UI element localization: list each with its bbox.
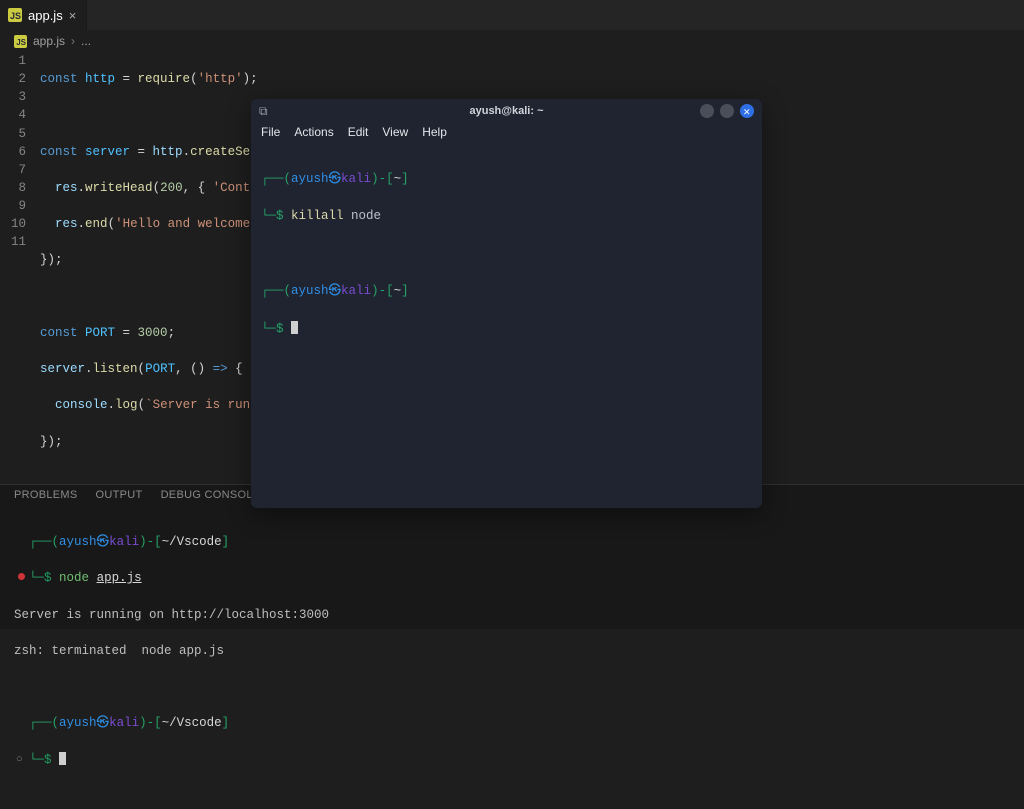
maximize-button[interactable] (720, 104, 734, 118)
breadcrumb-rest: ... (81, 34, 91, 48)
menu-file[interactable]: File (261, 125, 280, 139)
tab-problems[interactable]: PROBLEMS (14, 489, 78, 505)
close-icon[interactable]: × (69, 8, 77, 23)
menu-view[interactable]: View (382, 125, 408, 139)
vscode-terminal[interactable]: ┌──(ayush㉿kali)-[~/Vscode] └─$ node app.… (0, 511, 1024, 809)
close-button[interactable] (740, 104, 754, 118)
terminal-body[interactable]: ┌──(ayush㉿kali)-[~] └─$ killall node ┌──… (251, 145, 762, 508)
chevron-right-icon: › (71, 34, 75, 48)
js-file-icon: JS (8, 8, 22, 22)
menu-actions[interactable]: Actions (294, 125, 333, 139)
terminal-menubar: File Actions Edit View Help (251, 123, 762, 145)
tab-app-js[interactable]: JS app.js × (0, 0, 87, 30)
minimize-button[interactable] (700, 104, 714, 118)
menu-edit[interactable]: Edit (348, 125, 369, 139)
js-file-icon: JS (14, 35, 27, 48)
circle-icon: ○ (16, 753, 23, 769)
menu-help[interactable]: Help (422, 125, 447, 139)
tab-output[interactable]: OUTPUT (96, 489, 143, 505)
terminal-cursor (291, 321, 298, 334)
terminal-titlebar[interactable]: ⧉ ayush@kali: ~ (251, 99, 762, 123)
external-terminal-window[interactable]: ⧉ ayush@kali: ~ File Actions Edit View H… (251, 99, 762, 508)
tab-label: app.js (28, 8, 63, 23)
breadcrumb-file: app.js (33, 34, 65, 48)
terminal-cursor (59, 752, 66, 765)
breadcrumb[interactable]: JS app.js › ... (0, 30, 1024, 52)
terminal-title: ayush@kali: ~ (251, 105, 762, 117)
editor-tab-bar: JS app.js × (0, 0, 1024, 30)
line-number-gutter: 1 2 3 4 5 6 7 8 9 10 11 (0, 52, 40, 487)
tab-debug-console[interactable]: DEBUG CONSOLE (161, 489, 261, 505)
error-dot-icon (18, 573, 25, 580)
